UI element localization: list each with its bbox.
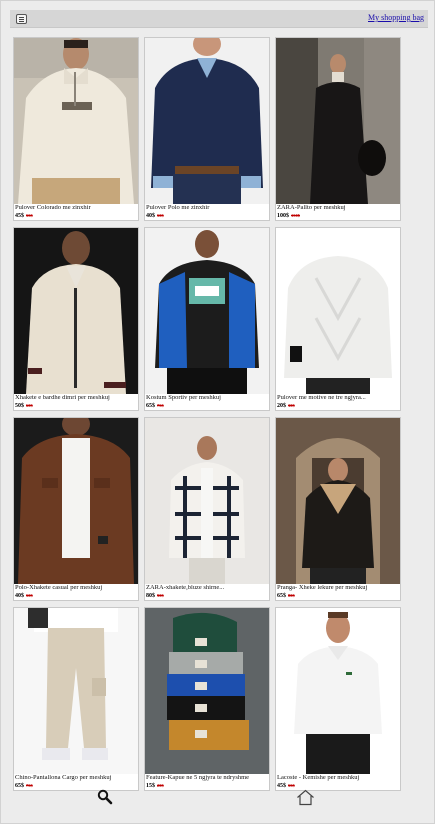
- product-title: Lacoste - Kemishe per meshkuj: [277, 775, 360, 781]
- product-card[interactable]: Kostum Sportiv per meshkuj 65$ 75$: [144, 227, 270, 411]
- product-old-price: 50$: [157, 212, 164, 218]
- product-price: 40$: [146, 212, 155, 219]
- product-title: Polo-Xhakete casual per meshkuj: [15, 585, 103, 591]
- product-image: [14, 38, 138, 204]
- product-image: [276, 38, 400, 204]
- product-grid: Pulover Colorado me zinxhir 45$ 55$ Pulo…: [13, 37, 403, 791]
- product-card[interactable]: Lacoste - Kemishe per meshkuj 45$ 55$: [275, 607, 401, 791]
- app-frame: My shopping bag Pulover Colorado me zinx…: [0, 0, 435, 824]
- product-title: Pulover Colorado me zinxhir: [15, 205, 91, 211]
- product-card[interactable]: Polo-Xhakete casual per meshkuj 40$ 50$: [13, 417, 139, 601]
- product-price: 65$: [277, 592, 286, 599]
- product-old-price: 150$: [291, 212, 300, 218]
- product-old-price: 80$: [288, 592, 295, 598]
- product-title: Kostum Sportiv per meshkuj: [146, 395, 221, 401]
- product-card[interactable]: Chino-Pantallona Cargo per meshkuj 65$ 75…: [13, 607, 139, 791]
- product-image: [276, 418, 400, 584]
- product-old-price: 60$: [26, 402, 33, 408]
- product-image: [14, 418, 138, 584]
- product-price: 65$: [146, 402, 155, 409]
- product-title: Xhakete e bardhe dimri per meshkuj: [15, 395, 110, 401]
- search-icon[interactable]: [97, 789, 113, 805]
- product-card[interactable]: Xhakete e bardhe dimri per meshkuj 50$ 60…: [13, 227, 139, 411]
- product-title: Pranga- Xheke lekure per meshkuj: [277, 585, 368, 591]
- shopping-bag-link[interactable]: My shopping bag: [368, 13, 424, 22]
- product-image: [14, 608, 138, 774]
- product-card[interactable]: Pranga- Xheke lekure per meshkuj 65$ 80$: [275, 417, 401, 601]
- product-price: 80$: [146, 592, 155, 599]
- product-title: Pulover Polo me zinxhir: [146, 205, 210, 211]
- product-old-price: 50$: [26, 592, 33, 598]
- product-card[interactable]: Pulover me motive ne tre ngjyra... 20$ 30…: [275, 227, 401, 411]
- product-old-price: 30$: [288, 402, 295, 408]
- product-price: 40$: [15, 592, 24, 599]
- product-old-price: 55$: [26, 212, 33, 218]
- menu-icon[interactable]: [16, 14, 27, 24]
- product-price: 100$: [277, 212, 289, 219]
- product-title: ZARA-Pallto per meshkuj: [277, 205, 346, 211]
- product-price: 45$: [15, 212, 24, 219]
- home-icon[interactable]: [296, 789, 315, 806]
- product-old-price: 90$: [157, 592, 164, 598]
- product-image: [145, 418, 269, 584]
- bottom-nav: [1, 785, 435, 815]
- product-title: Feature-Kapue ne 5 ngjyra te ndryshme: [146, 775, 250, 781]
- product-card[interactable]: ZARA-Pallto per meshkuj 100$ 150$: [275, 37, 401, 221]
- product-image: [145, 228, 269, 394]
- product-image: [145, 38, 269, 204]
- product-title: Pulover me motive ne tre ngjyra...: [277, 395, 366, 401]
- product-card[interactable]: Pulover Colorado me zinxhir 45$ 55$: [13, 37, 139, 221]
- product-card[interactable]: ZARA-xhakete,bluze shirne... 80$ 90$: [144, 417, 270, 601]
- product-image: [145, 608, 269, 774]
- top-bar: My shopping bag: [10, 10, 428, 28]
- product-title: Chino-Pantallona Cargo per meshkuj: [15, 775, 112, 781]
- product-card[interactable]: Feature-Kapue ne 5 ngjyra te ndryshme 15…: [144, 607, 270, 791]
- product-card[interactable]: Pulover Polo me zinxhir 40$ 50$: [144, 37, 270, 221]
- product-price: 50$: [15, 402, 24, 409]
- product-image: [276, 228, 400, 394]
- product-title: ZARA-xhakete,bluze shirne...: [146, 585, 225, 591]
- product-image: [276, 608, 400, 774]
- product-old-price: 75$: [157, 402, 164, 408]
- product-price: 20$: [277, 402, 286, 409]
- product-image: [14, 228, 138, 394]
